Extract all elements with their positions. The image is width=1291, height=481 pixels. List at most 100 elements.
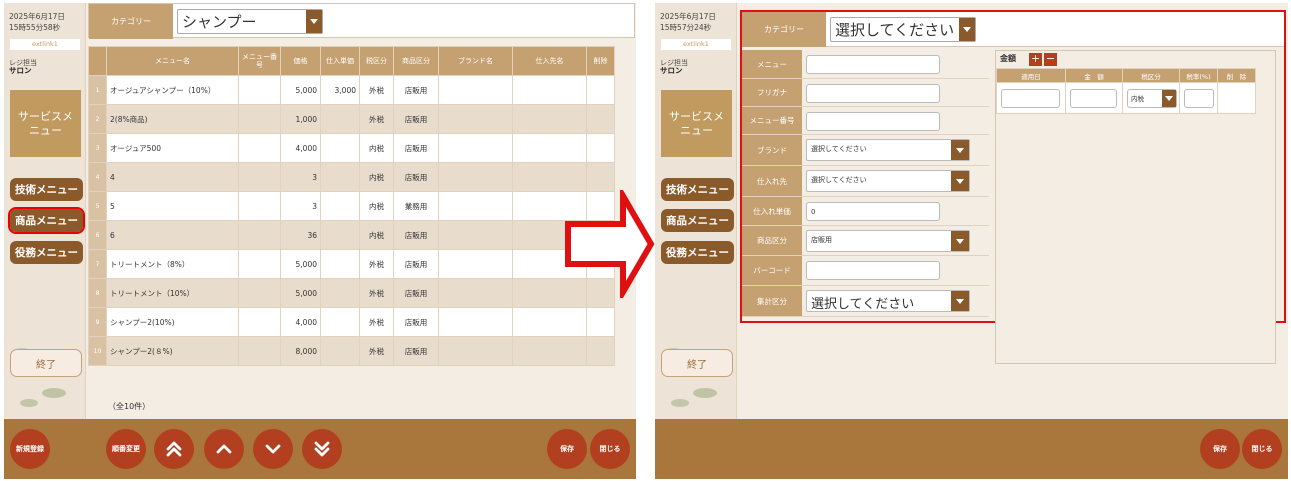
chevron-down-icon [265,444,281,454]
table-row[interactable]: 8 トリートメント（10%） 5,000 外税 店販用 [88,278,615,308]
table-cell [320,307,360,337]
field-input[interactable] [806,112,940,131]
col-header: 税区分 [1122,68,1180,83]
table-row[interactable]: 7 トリートメント（8%） 5,000 外税 店販用 [88,249,615,279]
table-cell: 外税 [359,75,394,105]
new-register-button[interactable]: 新規登録 [10,429,50,469]
move-down-button[interactable] [253,429,293,469]
field-input[interactable]: 0 [806,202,940,221]
table-cell: 外税 [359,307,394,337]
table-cell: 4,000 [280,307,321,337]
field-select[interactable]: 選択してください [806,139,970,161]
table-cell: シャンプー2(10%) [106,307,239,337]
field-label: メニュー番号 [742,107,802,134]
table-row[interactable]: 6 6 36 内税 店販用 [88,220,615,250]
field-input[interactable] [806,261,940,280]
close-button[interactable]: 閉じる [590,429,630,469]
end-button[interactable]: 終了 [661,349,733,377]
tax-select[interactable]: 内税 [1127,89,1177,108]
move-bottom-button[interactable] [302,429,342,469]
table-cell: 外税 [359,249,394,279]
table-cell [438,278,513,308]
table-cell: 店販用 [393,336,439,366]
table-cell: 4,000 [280,133,321,163]
add-price-button[interactable]: + [1029,53,1042,66]
table-cell[interactable] [586,104,615,134]
field-select[interactable]: 選択してください [806,290,970,312]
double-chevron-down-icon [314,441,330,457]
service-menu-button[interactable]: サービスメニュー [10,90,81,157]
end-button[interactable]: 終了 [10,349,82,377]
table-row[interactable]: 5 5 3 内税 業務用 [88,191,615,221]
table-cell[interactable] [586,162,615,192]
apply-date-input[interactable] [1001,89,1060,108]
save-button[interactable]: 保存 [1200,429,1240,469]
table-cell: 内税 [359,220,394,250]
chevron-down-icon[interactable] [951,231,969,251]
table-cell: 外税 [359,336,394,366]
table-cell: オージュア500 [106,133,239,163]
service-duty-menu-button[interactable]: 役務メニュー [10,241,83,264]
product-menu-button[interactable]: 商品メニュー [661,209,734,232]
tech-menu-button[interactable]: 技術メニュー [661,178,734,201]
service-duty-menu-button[interactable]: 役務メニュー [661,241,734,264]
date-text: 2025年6月17日 [660,12,716,21]
category-select[interactable]: 選択してください [830,17,976,42]
tax-select-value: 内税 [1131,95,1144,103]
arrow-right-icon [565,190,655,298]
table-row[interactable]: 3 オージュア500 4,000 内税 店販用 [88,133,615,163]
table-cell [320,336,360,366]
table-cell [438,75,513,105]
field-select[interactable]: 選択してください [806,170,970,192]
table-cell [320,249,360,279]
col-header: 商品区分 [393,46,439,76]
category-select[interactable]: シャンプー [177,9,323,34]
table-cell [238,75,281,105]
chevron-down-icon[interactable] [951,171,969,191]
table-cell [238,220,281,250]
chevron-down-icon[interactable] [1162,90,1176,107]
chevron-down-icon[interactable] [306,10,322,33]
service-menu-button[interactable]: サービスメニュー [661,90,732,157]
table-cell: 5,000 [280,75,321,105]
field-select[interactable]: 店販用 [806,230,970,252]
table-cell[interactable] [586,133,615,163]
product-menu-button[interactable]: 商品メニュー [8,207,85,234]
row-number: 6 [88,220,107,250]
table-cell [512,75,587,105]
table-row[interactable]: 2 2(8%商品) 1,000 外税 店販用 [88,104,615,134]
table-cell [238,191,281,221]
category-header: カテゴリー シャンプー [88,3,635,39]
tech-menu-button[interactable]: 技術メニュー [10,178,83,201]
save-button[interactable]: 保存 [547,429,587,469]
table-row[interactable]: 4 4 3 内税 店販用 [88,162,615,192]
chevron-down-icon[interactable] [951,291,969,311]
remove-price-button[interactable]: − [1044,53,1057,66]
chevron-down-icon[interactable] [959,18,975,41]
amount-input[interactable] [1070,89,1117,108]
table-row[interactable]: 9 シャンプー2(10%) 4,000 外税 店販用 [88,307,615,337]
chevron-down-icon[interactable] [951,140,969,160]
table-cell: 5 [106,191,239,221]
table-cell[interactable] [586,75,615,105]
close-button[interactable]: 閉じる [1242,429,1282,469]
table-cell[interactable] [586,336,615,366]
col-header: 適用日 [996,68,1066,83]
form-row: ブランド 選択してください [742,135,989,166]
field-input[interactable] [806,84,940,103]
move-top-button[interactable] [154,429,194,469]
reorder-button[interactable]: 順番変更 [106,429,146,469]
minus-icon: − [1045,52,1056,65]
table-row[interactable]: 1 オージュアシャンプー（10%） 5,000 3,000 外税 店販用 [88,75,615,105]
table-cell: 内税 [359,191,394,221]
double-chevron-up-icon [166,441,182,457]
field-input[interactable] [806,55,940,74]
delete-cell[interactable] [1217,82,1256,114]
move-up-button[interactable] [204,429,244,469]
tax-rate-input[interactable] [1184,89,1214,108]
table-cell[interactable] [586,307,615,337]
table-cell: 店販用 [393,249,439,279]
time-text: 15時55分58秒 [9,23,61,32]
table-cell [320,278,360,308]
table-row[interactable]: 10 シャンプー2(８%) 8,000 外税 店販用 [88,336,615,366]
